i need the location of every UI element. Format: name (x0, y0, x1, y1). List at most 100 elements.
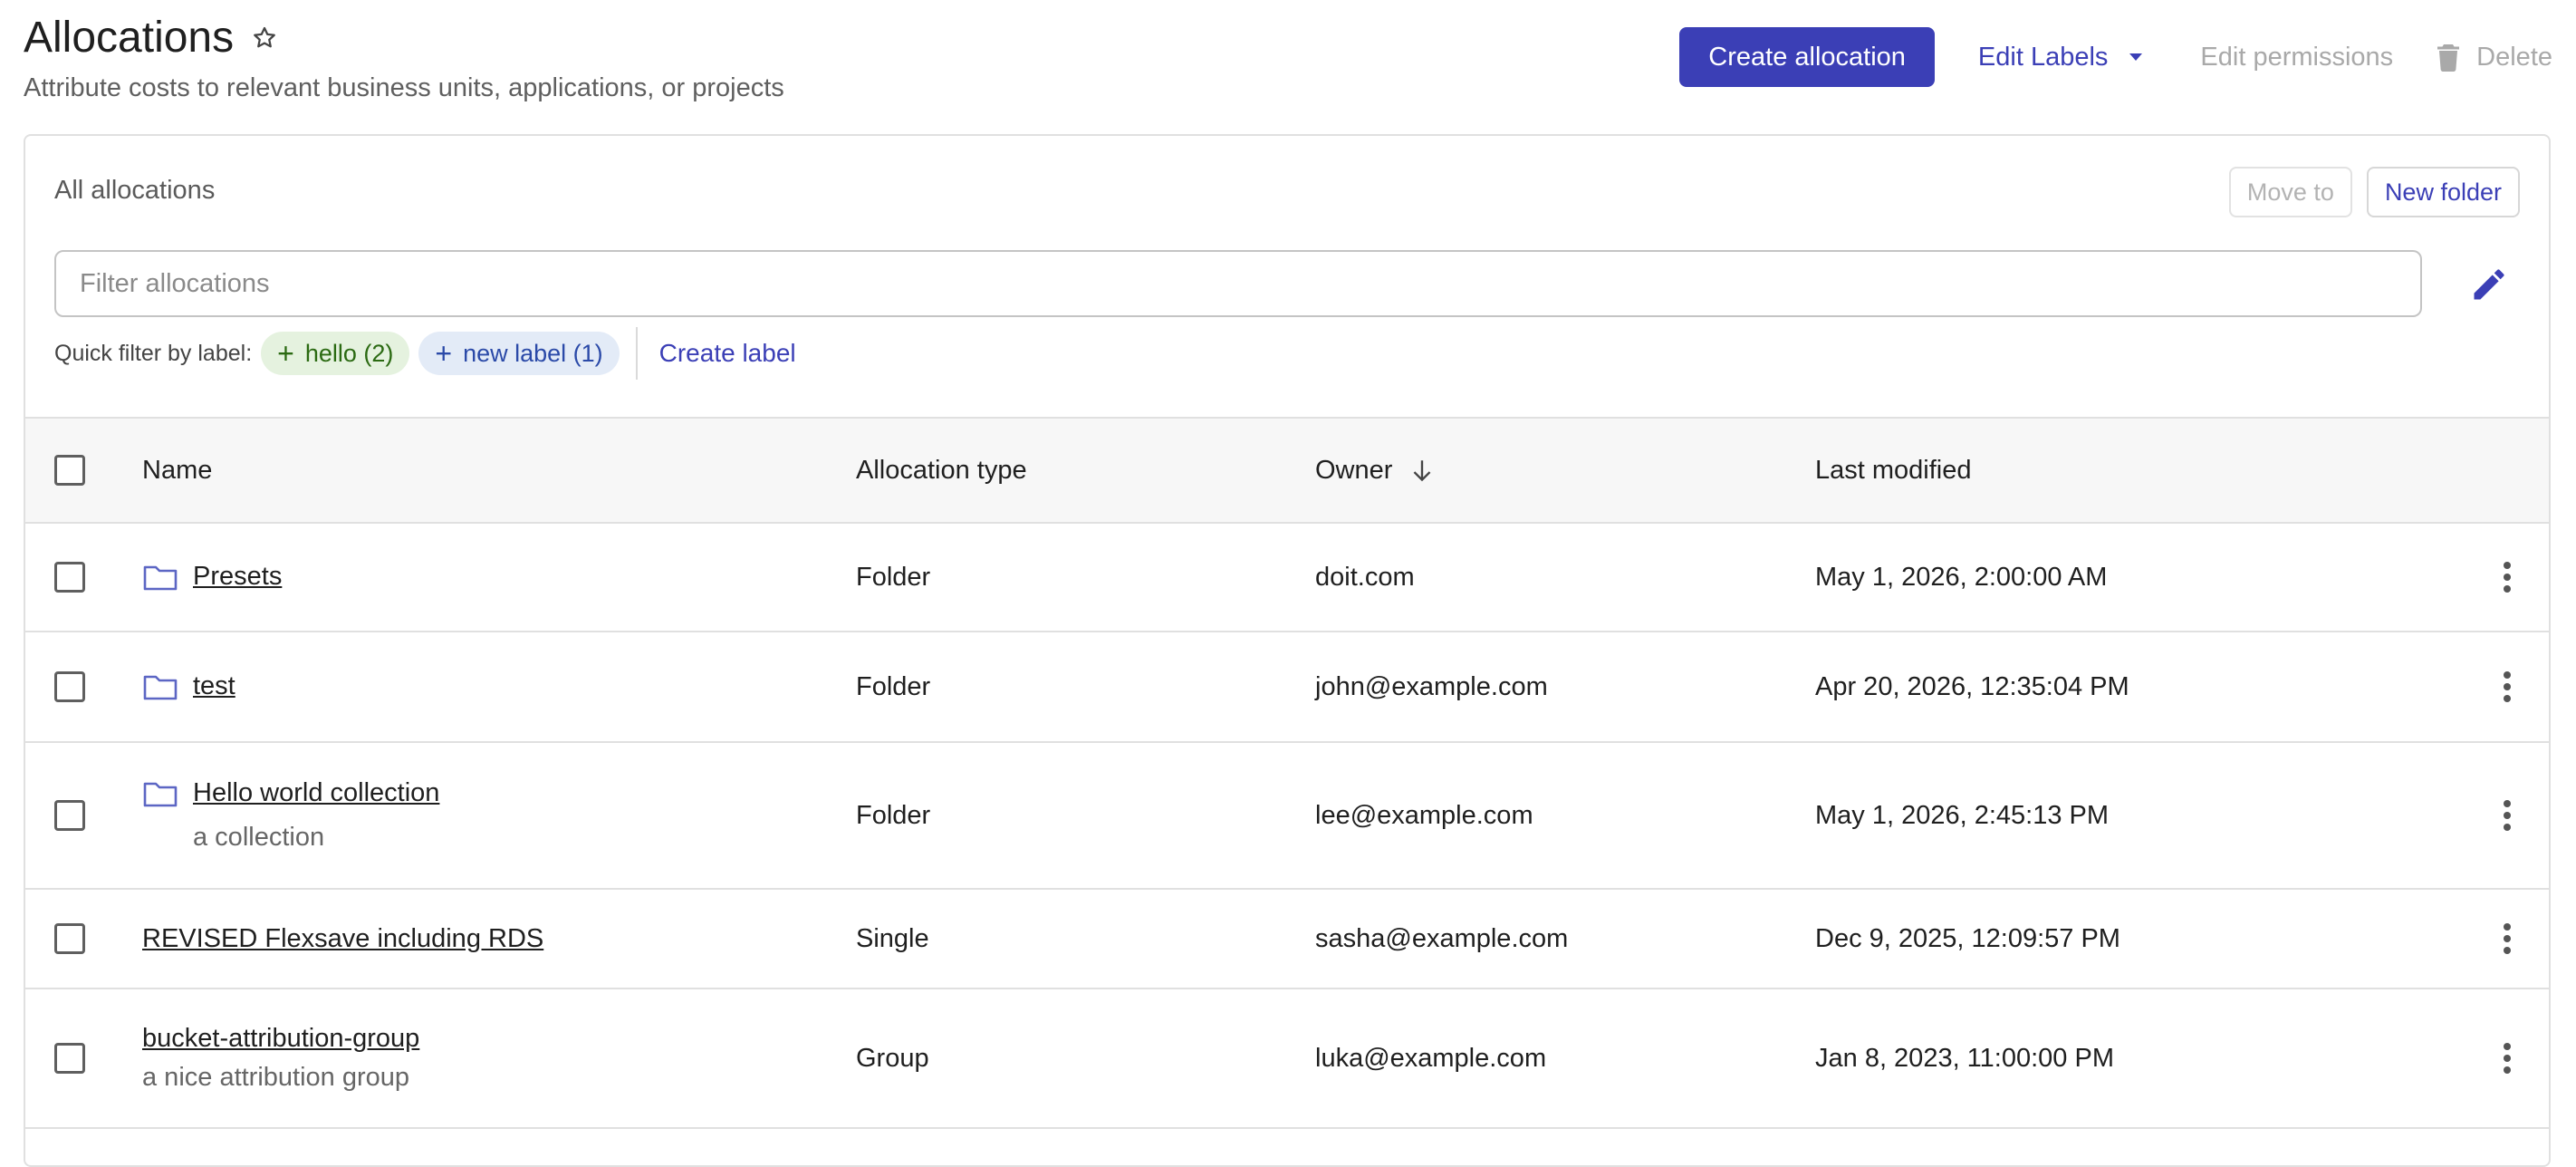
label-chip-hello[interactable]: + hello (2) (261, 332, 410, 375)
quick-filter-bar: Quick filter by label: + hello (2) + new… (54, 327, 796, 380)
more-vertical-icon[interactable] (2503, 1042, 2512, 1075)
name-wrap: Hello world collection a collection (142, 778, 854, 853)
name-text: Hello world collection a collection (193, 778, 439, 853)
row-menu-cell (2432, 989, 2549, 1129)
owner-cell: doit.com (1314, 523, 1814, 632)
row-select-cell (25, 632, 141, 743)
name-cell: test (141, 632, 855, 743)
table-header-row: Name Allocation type Owner Last modified (25, 418, 2549, 523)
type-cell: Single (855, 889, 1314, 989)
name-wrap: Presets (142, 562, 854, 593)
owner-cell: luka@example.com (1314, 989, 1814, 1129)
row-select-cell (25, 742, 141, 890)
type-cell: Folder (855, 523, 1314, 632)
breadcrumb[interactable]: All allocations (54, 176, 215, 206)
more-vertical-icon[interactable] (2503, 561, 2512, 593)
new-folder-button[interactable]: New folder (2366, 167, 2520, 217)
create-allocation-button[interactable]: Create allocation (1679, 27, 1935, 87)
quick-filter-label: Quick filter by label: (54, 340, 253, 366)
type-cell: Folder (855, 742, 1314, 890)
page-subtitle: Attribute costs to relevant business uni… (24, 73, 784, 102)
row-checkbox[interactable] (54, 671, 85, 702)
title-block: Allocations Attribute costs to relevant … (24, 11, 784, 105)
column-header-name[interactable]: Name (141, 418, 855, 523)
edit-labels-label: Edit Labels (1977, 42, 2109, 72)
name-cell: Presets (141, 523, 855, 632)
modified-cell: May 1, 2026, 2:45:13 PM (1814, 742, 2432, 890)
row-menu-cell (2432, 742, 2549, 890)
owner-cell: john@example.com (1314, 632, 1814, 743)
allocation-name-link[interactable]: REVISED Flexsave including RDS (142, 924, 543, 953)
allocation-name-link[interactable]: Presets (193, 562, 282, 591)
allocation-name-link[interactable]: Hello world collection (193, 778, 439, 807)
delete-label: Delete (2476, 42, 2552, 72)
trash-icon (2437, 44, 2460, 72)
row-checkbox[interactable] (54, 800, 85, 831)
more-vertical-icon[interactable] (2503, 799, 2512, 832)
edit-permissions-button[interactable]: Edit permissions (2178, 27, 2415, 87)
panel-actions: Move to New folder (2228, 167, 2520, 217)
plus-icon: + (277, 337, 294, 370)
allocations-panel: All allocations Move to New folder Quick… (24, 134, 2551, 1167)
owner-cell: lee@example.com (1314, 742, 1814, 890)
page-title: Allocations (24, 14, 235, 62)
name-cell: bucket-attribution-group a nice attribut… (141, 989, 855, 1129)
modified-cell: May 1, 2026, 2:00:00 AM (1814, 523, 2432, 632)
column-header-owner[interactable]: Owner (1314, 418, 1814, 523)
allocation-description: a nice attribution group (142, 1063, 410, 1092)
modified-cell: Jan 8, 2023, 11:00:00 PM (1814, 989, 2432, 1129)
column-header-type[interactable]: Allocation type (855, 418, 1314, 523)
name-cell: Hello world collection a collection (141, 742, 855, 890)
delete-button[interactable]: Delete (2415, 27, 2552, 87)
select-all-cell (25, 418, 141, 523)
header-actions: Create allocation Edit Labels Edit permi… (1679, 27, 2552, 87)
row-checkbox[interactable] (54, 562, 85, 593)
row-checkbox[interactable] (54, 1043, 85, 1074)
modified-cell: Apr 20, 2026, 12:35:04 PM (1814, 632, 2432, 743)
row-select-cell (25, 523, 141, 632)
create-label-link[interactable]: Create label (659, 339, 796, 368)
name-text: Presets (193, 562, 282, 592)
type-cell: Group (855, 989, 1314, 1129)
allocation-name-link[interactable]: bucket-attribution-group (142, 1024, 419, 1053)
select-all-checkbox[interactable] (54, 455, 85, 486)
table-row[interactable]: bucket-attribution-group a nice attribut… (25, 989, 2549, 1129)
pencil-icon[interactable] (2469, 265, 2509, 304)
folder-icon (143, 565, 178, 591)
owner-header-label: Owner (1315, 455, 1393, 485)
table-row[interactable]: test Folder john@example.com Apr 20, 202… (25, 632, 2549, 743)
row-menu-cell (2432, 889, 2549, 989)
row-select-cell (25, 989, 141, 1129)
name-text: test (193, 671, 235, 701)
name-wrap: test (142, 671, 854, 702)
folder-icon (143, 782, 178, 807)
chip-label: new label (1) (463, 339, 603, 367)
divider (635, 327, 638, 380)
arrow-down-icon (1414, 460, 1431, 482)
row-menu-cell (2432, 632, 2549, 743)
name-cell: REVISED Flexsave including RDS (141, 889, 855, 989)
row-menu-cell (2432, 523, 2549, 632)
allocations-table: Name Allocation type Owner Last modified (25, 417, 2549, 1129)
more-vertical-icon[interactable] (2503, 922, 2512, 955)
filter-input[interactable] (54, 250, 2422, 317)
column-header-modified[interactable]: Last modified (1814, 418, 2432, 523)
table-row[interactable]: Hello world collection a collection Fold… (25, 742, 2549, 890)
row-checkbox[interactable] (54, 923, 85, 954)
folder-icon (143, 675, 178, 700)
edit-labels-button[interactable]: Edit Labels (1956, 27, 2167, 87)
more-vertical-icon[interactable] (2503, 670, 2512, 703)
owner-cell: sasha@example.com (1314, 889, 1814, 989)
column-header-actions (2432, 418, 2549, 523)
panel-toolbar: All allocations Move to New folder Quick… (25, 136, 2549, 417)
page-header: Allocations Attribute costs to relevant … (24, 11, 2552, 111)
row-select-cell (25, 889, 141, 989)
type-cell: Folder (855, 632, 1314, 743)
label-chip-new-label[interactable]: + new label (1) (418, 332, 620, 375)
move-to-button[interactable]: Move to (2228, 167, 2352, 217)
allocation-name-link[interactable]: test (193, 671, 235, 700)
table-row[interactable]: REVISED Flexsave including RDS Single sa… (25, 889, 2549, 989)
modified-cell: Dec 9, 2025, 12:09:57 PM (1814, 889, 2432, 989)
star-icon[interactable] (251, 24, 278, 52)
table-row[interactable]: Presets Folder doit.com May 1, 2026, 2:0… (25, 523, 2549, 632)
